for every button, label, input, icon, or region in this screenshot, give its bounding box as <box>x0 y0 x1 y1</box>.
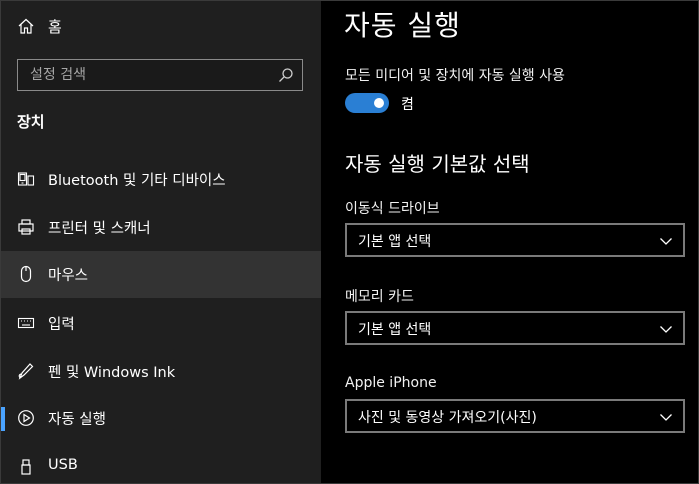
home-icon <box>17 17 35 35</box>
main-content: 자동 실행 모든 미디어 및 장치에 자동 실행 사용 켬 자동 실행 기본값 … <box>321 1 698 483</box>
sidebar-item-mouse[interactable]: 마우스 <box>1 251 321 298</box>
bluetooth-device-icon <box>17 170 35 188</box>
search-icon[interactable] <box>278 67 294 83</box>
sidebar-item-typing[interactable]: 입력 <box>1 300 321 347</box>
defaults-heading: 자동 실행 기본값 선택 <box>345 152 530 176</box>
pen-icon <box>17 362 35 380</box>
memory-card-dropdown[interactable]: 기본 앱 선택 <box>345 311 685 345</box>
sidebar-item-label: 입력 <box>48 317 75 333</box>
sidebar-item-pen[interactable]: 펜 및 Windows Ink <box>1 348 321 395</box>
usb-icon <box>17 458 35 476</box>
sidebar: 홈 장치 Bluetooth 및 기타 디바이스 <box>1 1 321 483</box>
chevron-down-icon <box>659 322 673 336</box>
section-title: 장치 <box>17 113 45 131</box>
dropdown-value: 기본 앱 선택 <box>358 234 432 250</box>
autoplay-icon <box>17 409 35 427</box>
sidebar-item-label: 펜 및 Windows Ink <box>48 365 176 381</box>
apple-iphone-dropdown[interactable]: 사진 및 동영상 가져오기(사진) <box>345 399 685 433</box>
home-label: 홈 <box>48 18 62 36</box>
page-title: 자동 실행 <box>344 9 461 42</box>
chevron-down-icon <box>659 234 673 248</box>
sidebar-item-label: 자동 실행 <box>48 412 106 428</box>
keyboard-icon <box>17 314 35 332</box>
home-nav-item[interactable]: 홈 <box>1 7 321 45</box>
printer-icon <box>17 218 35 236</box>
sidebar-item-printers[interactable]: 프린터 및 스캐너 <box>1 204 321 251</box>
settings-window: 홈 장치 Bluetooth 및 기타 디바이스 <box>0 0 699 484</box>
sidebar-item-label: Bluetooth 및 기타 디바이스 <box>48 173 226 189</box>
sidebar-item-usb[interactable]: USB <box>1 444 321 483</box>
settings-search-box <box>17 59 303 91</box>
chevron-down-icon <box>659 410 673 424</box>
autoplay-toggle-caption: 모든 미디어 및 장치에 자동 실행 사용 <box>345 68 565 84</box>
sidebar-item-label: 프린터 및 스캐너 <box>48 221 151 237</box>
dropdown-value: 기본 앱 선택 <box>358 322 432 338</box>
toggle-knob <box>374 98 384 108</box>
settings-search-input[interactable] <box>18 60 268 90</box>
dropdown-value: 사진 및 동영상 가져오기(사진) <box>358 410 537 426</box>
sidebar-item-bluetooth[interactable]: Bluetooth 및 기타 디바이스 <box>1 156 321 203</box>
sidebar-item-label: USB <box>48 457 78 473</box>
selection-indicator <box>1 407 5 431</box>
sidebar-item-autoplay[interactable]: 자동 실행 <box>1 395 321 442</box>
removable-drive-dropdown[interactable]: 기본 앱 선택 <box>345 223 685 257</box>
autoplay-toggle-state: 켬 <box>401 97 414 113</box>
sidebar-item-label: 마우스 <box>48 268 89 284</box>
mouse-icon <box>17 265 35 283</box>
removable-drive-label: 이동식 드라이브 <box>345 201 440 217</box>
memory-card-label: 메모리 카드 <box>345 289 414 305</box>
apple-iphone-label: Apple iPhone <box>345 375 437 391</box>
autoplay-toggle[interactable] <box>345 93 389 113</box>
